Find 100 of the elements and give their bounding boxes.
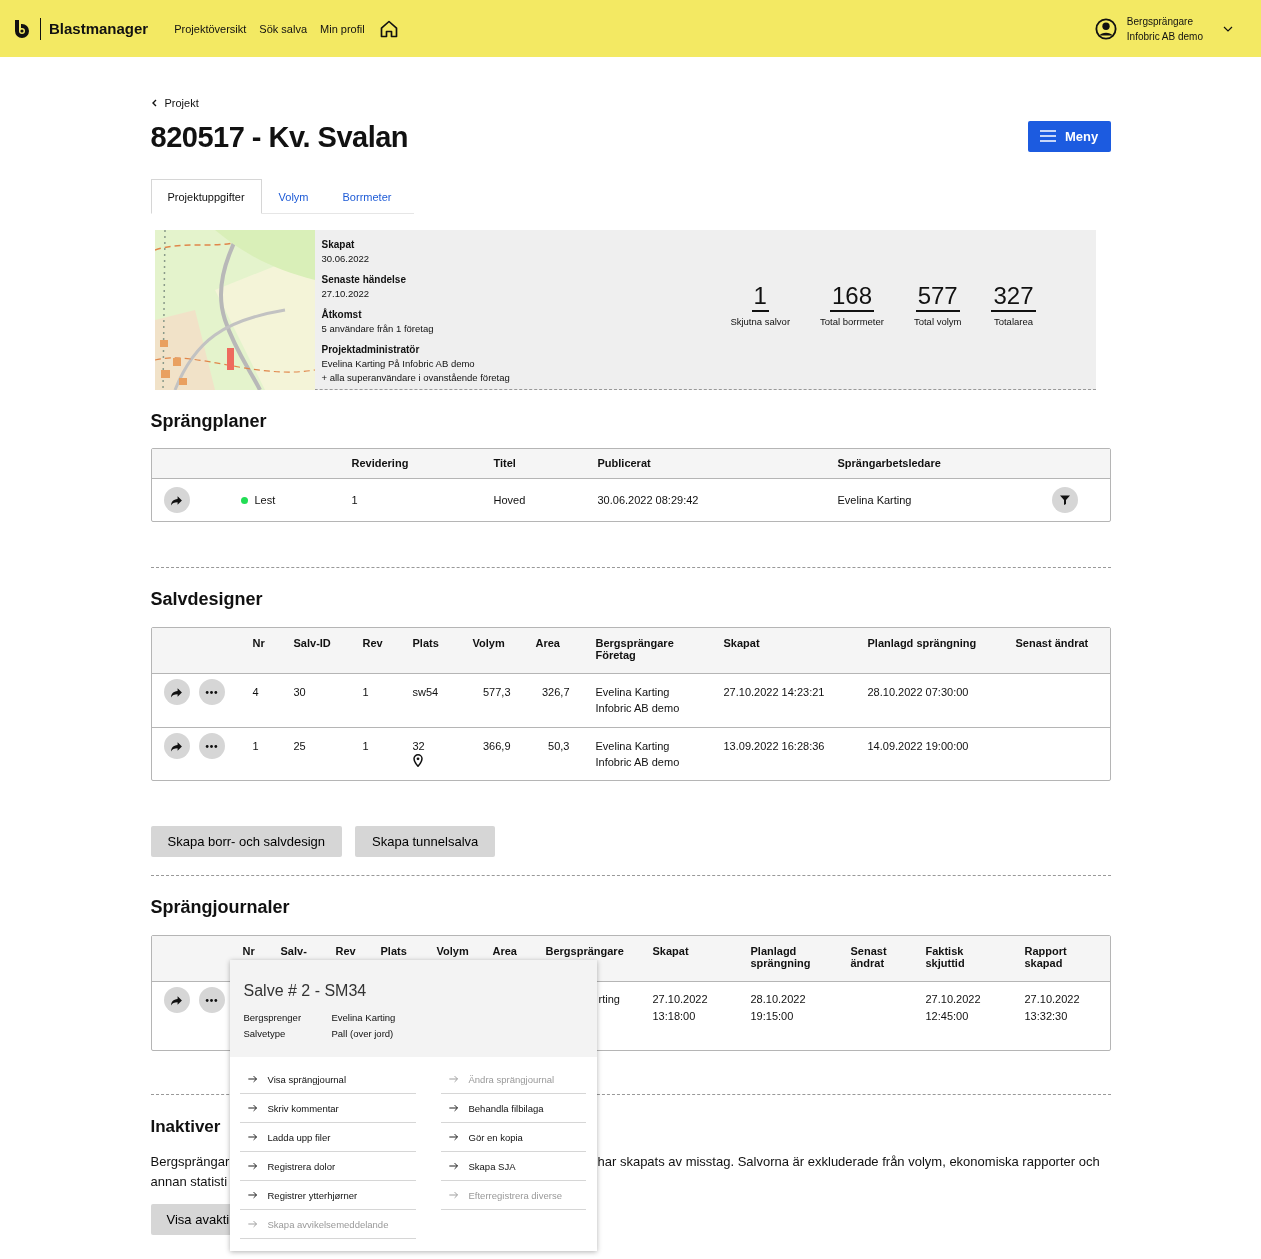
- stat-value: 1: [751, 282, 769, 312]
- column-header: Faktisk skjuttid: [925, 945, 966, 969]
- section-title: Salvdesigner: [150, 588, 264, 610]
- table-cell: sw54: [412, 686, 439, 698]
- column-header: Senast ändrat: [1015, 637, 1090, 649]
- user-company: Infobric AB demo: [1126, 29, 1203, 44]
- column-header: Planlagd sprängning: [867, 637, 978, 649]
- brand-name: Blastmanager: [40, 17, 149, 40]
- menu-action[interactable]: Registrera dolor: [239, 1152, 416, 1181]
- column-header: Planlagd sprängning: [750, 945, 812, 969]
- breadcrumb-link[interactable]: Projekt: [164, 97, 199, 109]
- column-header: Plats: [412, 637, 440, 649]
- description-text: Bergsprängar: [150, 1153, 231, 1171]
- column-header: Rapport skapad: [1024, 945, 1068, 969]
- menu-action[interactable]: Ladda upp filer: [239, 1123, 416, 1152]
- more-button[interactable]: [198, 987, 225, 1013]
- field-value: Pall (over jord): [331, 1027, 395, 1041]
- status-text: Lest: [254, 493, 276, 508]
- page-title: 820517 - Kv. Svalan: [150, 120, 409, 154]
- section-title: Inaktiver: [150, 1116, 221, 1138]
- detail-value: + alla superanvändare i ovanstående företag: [321, 371, 510, 385]
- table-cell: 326,7: [541, 686, 570, 698]
- table-cell: Evelina Karting Infobric AB demo: [595, 686, 680, 714]
- stat-value: 577: [915, 282, 960, 312]
- menu-action[interactable]: Skapa SJA: [440, 1152, 586, 1181]
- table-cell: Evelina Karting Infobric AB demo: [595, 740, 680, 768]
- menu-action[interactable]: Visa sprängjournal: [239, 1065, 416, 1094]
- column-header: Revidering: [351, 457, 410, 469]
- column-header: Skapat: [652, 945, 690, 957]
- more-button[interactable]: [198, 679, 225, 705]
- section-title: Sprängplaner: [150, 410, 268, 432]
- column-header: Volym: [436, 945, 470, 957]
- detail-value: 5 användare från 1 företag: [321, 322, 435, 336]
- column-header: Area: [492, 945, 518, 957]
- menu-action[interactable]: Registrer ytterhjørner: [239, 1181, 416, 1210]
- table-cell: 14.09.2022 19:00:00: [867, 740, 969, 752]
- stat-label: Total borrmeter: [820, 316, 884, 327]
- tab[interactable]: Volym: [261, 179, 326, 214]
- table-cell: 4: [252, 686, 259, 698]
- more-button[interactable]: [198, 733, 225, 759]
- back-icon[interactable]: [150, 99, 157, 107]
- table-cell: 577,3: [482, 686, 511, 698]
- column-header: Rev: [335, 945, 357, 957]
- table-cell: 13.09.2022 16:28:36: [723, 740, 825, 752]
- home-icon[interactable]: [378, 18, 399, 39]
- tab[interactable]: Borrmeter: [325, 179, 409, 214]
- table-cell: 30: [293, 686, 306, 698]
- menu-icon: [1039, 130, 1056, 142]
- share-button[interactable]: [163, 733, 190, 759]
- detail-value: 27.10.2022: [321, 287, 371, 301]
- column-header: Sprängarbetsledare: [837, 457, 942, 469]
- menu-action[interactable]: Gör en kopia: [440, 1123, 586, 1152]
- filter-icon: [1058, 494, 1071, 506]
- column-header: Titel: [493, 457, 517, 469]
- detail-label: Åtkomst: [321, 308, 363, 322]
- field-value: Evelina Karting: [331, 1011, 397, 1025]
- table-cell: 1: [351, 494, 358, 506]
- table-cell: 1: [362, 740, 369, 752]
- tab[interactable]: Projektuppgifter: [150, 179, 262, 214]
- location-pin-icon[interactable]: [412, 754, 423, 767]
- section-title: Sprängjournaler: [150, 896, 291, 918]
- stat-label: Total volym: [913, 316, 962, 327]
- stat-label: Totalarea: [993, 316, 1033, 327]
- table-cell: 1: [252, 740, 259, 752]
- table-cell: 27.10.2022 14:23:21: [723, 686, 825, 698]
- table-cell: 30.06.2022 08:29:42: [597, 494, 699, 506]
- detail-value: Evelina Karting På Infobric AB demo: [321, 357, 476, 371]
- detail-label: Projektadministratör: [321, 343, 421, 357]
- filter-button[interactable]: [1051, 487, 1078, 513]
- share-button[interactable]: [163, 987, 190, 1013]
- stat-label: Skjutna salvor: [730, 316, 791, 327]
- nav-link[interactable]: Min profil: [320, 22, 365, 35]
- table-cell: 50,3: [548, 740, 570, 752]
- description-text: har skapats av misstag. Salvorna är exkluderade från volym, ekonomiska rapporter och: [597, 1153, 1101, 1171]
- table-cell: 366,9: [482, 740, 511, 752]
- menu-button[interactable]: Meny: [1027, 120, 1111, 152]
- column-header: Skapat: [723, 637, 761, 649]
- nav-link[interactable]: Projektöversikt: [174, 22, 247, 35]
- logo-icon[interactable]: [12, 17, 32, 40]
- user-role: Bergsprängare: [1126, 14, 1194, 29]
- nav-link[interactable]: Sök salva: [259, 22, 308, 35]
- user-icon[interactable]: [1094, 17, 1117, 40]
- detail-label: Skapat: [321, 238, 356, 252]
- column-header: Plats: [380, 945, 408, 957]
- share-button[interactable]: [163, 679, 190, 705]
- table-cell: 27.10.2022 13:32:30: [1024, 993, 1080, 1022]
- column-header: Senast ändrat: [850, 945, 888, 969]
- create-button[interactable]: Skapa borr- och salvdesign: [150, 826, 343, 857]
- field-label: Bergsprenger: [243, 1011, 303, 1025]
- table-cell: 1: [362, 686, 369, 698]
- menu-action[interactable]: Skriv kommentar: [239, 1094, 416, 1123]
- table-cell: Evelina Karting: [837, 494, 912, 506]
- detail-label: Senaste händelse: [321, 273, 407, 287]
- menu-action[interactable]: Behandla filbilaga: [440, 1094, 586, 1123]
- column-header: Nr: [252, 637, 266, 649]
- column-header: Publicerat: [597, 457, 652, 469]
- table-cell: 25: [293, 740, 306, 752]
- table-cell: Hoved: [493, 494, 526, 506]
- create-button[interactable]: Skapa tunnelsalva: [355, 826, 496, 857]
- share-button[interactable]: [163, 487, 190, 513]
